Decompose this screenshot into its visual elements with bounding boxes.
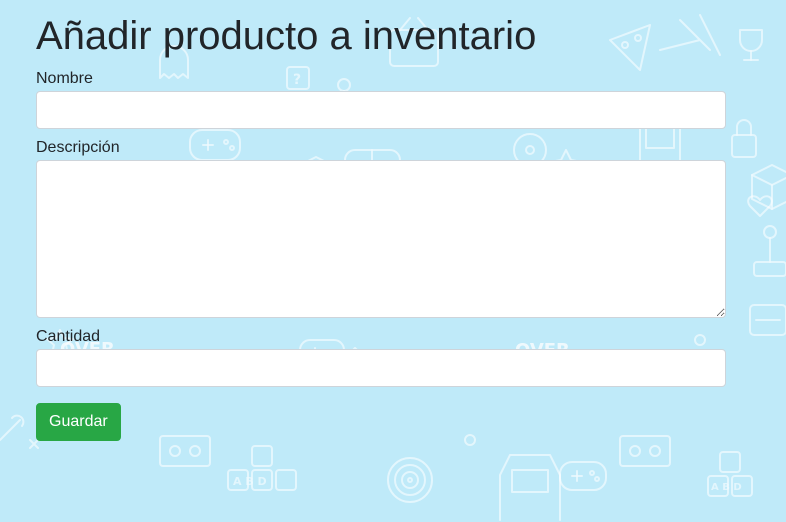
keyboard-keys-icon: A B D [707, 451, 753, 497]
spiral-icon [387, 457, 433, 503]
main-content: Añadir producto a inventario Nombre Desc… [0, 0, 726, 441]
page-title: Añadir producto a inventario [36, 14, 537, 58]
gamepad-icon [559, 461, 607, 491]
description-label: Descripción [36, 139, 120, 156]
svg-text:A B D: A B D [711, 482, 742, 493]
quantity-label: Cantidad [36, 328, 101, 345]
description-textarea[interactable] [36, 160, 726, 318]
name-label: Nombre [36, 70, 93, 87]
console-icon [749, 304, 786, 336]
keyboard-keys-icon: A B D [227, 445, 297, 491]
arcade-cabinet-icon [499, 454, 561, 521]
padlock-icon [731, 119, 757, 158]
quantity-input[interactable] [36, 349, 726, 387]
add-product-form: Nombre Descripción Cantidad Guardar [36, 69, 726, 441]
rubik-cube-icon [751, 164, 786, 210]
joystick-icon [753, 225, 786, 277]
svg-text:A B D: A B D [233, 475, 267, 488]
name-input[interactable] [36, 91, 726, 129]
save-button[interactable]: Guardar [36, 403, 121, 441]
trophy-icon [739, 29, 763, 61]
